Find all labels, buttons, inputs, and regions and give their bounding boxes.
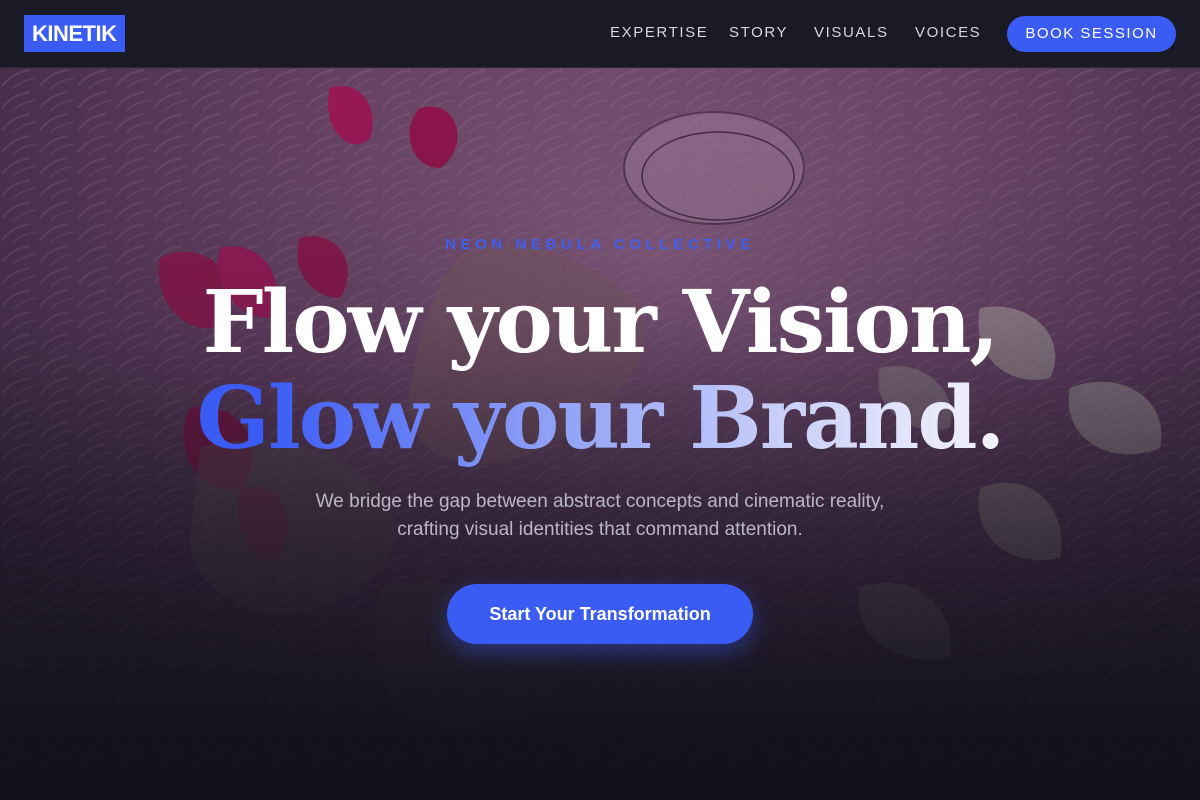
- landing-page: KINETIK EXPERTISE STORY VISUALS VOICES B…: [0, 0, 1200, 800]
- hero-headline-line-2: Glow your Brand.: [0, 364, 1200, 474]
- nav-link-expertise[interactable]: EXPERTISE: [610, 24, 708, 41]
- hero-subcopy: We bridge the gap between abstract conce…: [250, 488, 950, 544]
- hero-subcopy-line-2: crafting visual identities that command …: [397, 519, 803, 540]
- brand-logo[interactable]: KINETIK: [24, 15, 125, 52]
- nav-link-story[interactable]: STORY: [729, 24, 788, 41]
- hero-section: NEON NEBULA COLLECTIVE Flow your Vision,…: [0, 68, 1200, 800]
- top-navbar: KINETIK EXPERTISE STORY VISUALS VOICES B…: [0, 0, 1200, 68]
- nav-link-visuals[interactable]: VISUALS: [814, 24, 889, 41]
- hero-content: NEON NEBULA COLLECTIVE Flow your Vision,…: [0, 68, 1200, 800]
- book-session-button[interactable]: BOOK SESSION: [1007, 16, 1176, 52]
- hero-headline-line-1: Flow your Vision,: [202, 272, 1000, 373]
- hero-eyebrow: NEON NEBULA COLLECTIVE: [445, 236, 755, 253]
- nav-link-voices[interactable]: VOICES: [915, 24, 981, 41]
- hero-subcopy-line-1: We bridge the gap between abstract conce…: [315, 491, 885, 512]
- start-transformation-button[interactable]: Start Your Transformation: [447, 584, 753, 644]
